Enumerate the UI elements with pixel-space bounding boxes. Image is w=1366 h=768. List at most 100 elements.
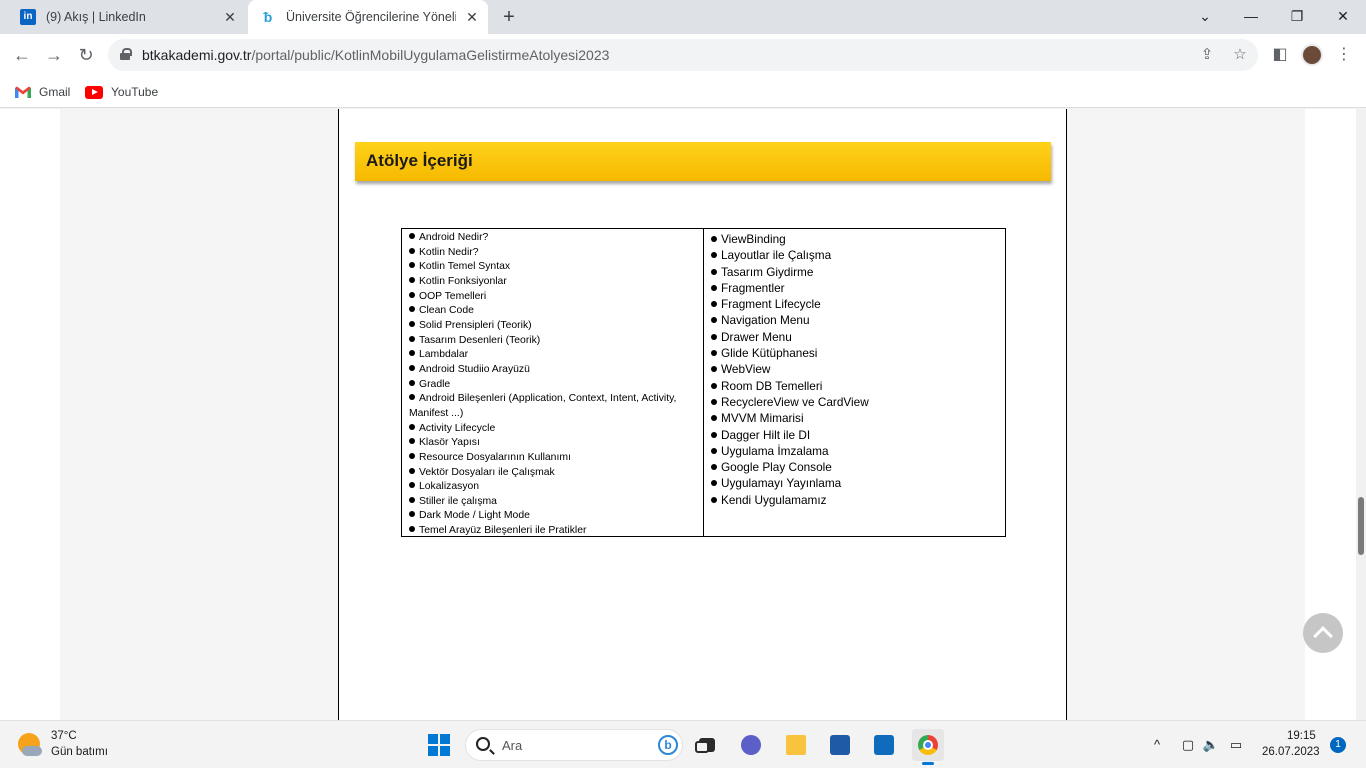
bullet-icon: [409, 291, 415, 298]
scroll-to-top-button[interactable]: [1303, 613, 1343, 653]
curriculum-item: Clean Code: [409, 304, 697, 319]
bookmark-gmail[interactable]: Gmail: [15, 82, 70, 102]
curriculum-item-label: Dagger Hilt ile DI: [721, 427, 811, 442]
bookmark-youtube[interactable]: YouTube: [85, 82, 158, 102]
close-window-button[interactable]: ✕: [1330, 4, 1356, 28]
restore-button[interactable]: ❐: [1284, 4, 1310, 28]
bullet-icon: [409, 467, 415, 474]
curriculum-item-label: Dark Mode / Light Mode: [419, 510, 530, 522]
curriculum-item: Android Studiio Arayüzü: [409, 363, 697, 378]
weather-temperature[interactable]: 37°C: [51, 730, 77, 742]
bullet-icon: [409, 320, 415, 327]
curriculum-item: Solid Prensipleri (Teorik): [409, 319, 697, 334]
mail-icon[interactable]: [868, 729, 900, 761]
forward-button[interactable]: →: [42, 43, 66, 67]
curriculum-item: OOP Temelleri: [409, 290, 697, 305]
network-icon[interactable]: ▢: [1178, 735, 1198, 755]
bullet-icon: [409, 511, 415, 518]
file-explorer-icon[interactable]: [780, 729, 812, 761]
bullet-icon: [409, 482, 415, 489]
bullet-icon: [711, 496, 717, 503]
curriculum-item: Navigation Menu: [711, 312, 999, 328]
share-icon[interactable]: ⇪: [1197, 45, 1217, 65]
curriculum-item: Room DB Temelleri: [711, 378, 999, 394]
curriculum-item-label: Resource Dosyalarının Kullanımı: [419, 451, 571, 463]
curriculum-item: ViewBinding: [711, 231, 999, 247]
tab-title: (9) Akış | LinkedIn: [46, 10, 146, 24]
minimize-button[interactable]: —: [1238, 4, 1264, 28]
curriculum-item: Fragment Lifecycle: [711, 296, 999, 312]
curriculum-item-label: Fragmentler: [721, 280, 785, 295]
bullet-icon: [409, 379, 415, 386]
page-scrollbar[interactable]: [1356, 109, 1366, 720]
tab-linkedin[interactable]: in (9) Akış | LinkedIn ✕: [8, 0, 246, 34]
search-placeholder: Ara: [502, 738, 523, 753]
curriculum-item: Gradle: [409, 378, 697, 393]
teams-chat-icon[interactable]: [735, 729, 767, 761]
volume-icon[interactable]: 🔈: [1201, 735, 1221, 755]
curriculum-item-label: Tasarım Desenleri (Teorik): [419, 334, 541, 346]
curriculum-item-label: Lambdalar: [419, 349, 469, 361]
microsoft-store-icon[interactable]: [824, 729, 856, 761]
weather-icon[interactable]: [18, 733, 42, 757]
curriculum-item-label: Activity Lifecycle: [419, 422, 496, 434]
close-tab-icon[interactable]: ✕: [464, 9, 480, 25]
curriculum-item-label: Drawer Menu: [721, 329, 792, 344]
reload-button[interactable]: ↻: [74, 43, 98, 67]
curriculum-item: Lokalizasyon: [409, 480, 697, 495]
bullet-icon: [711, 268, 717, 275]
curriculum-item-label: Kotlin Nedir?: [419, 246, 479, 258]
curriculum-item: Tasarım Giydirme: [711, 264, 999, 280]
tab-search-button[interactable]: ⌄: [1192, 4, 1218, 28]
gmail-icon: [15, 86, 31, 98]
clock-time[interactable]: 19:15: [1287, 730, 1316, 742]
curriculum-item: MVVM Mimarisi: [711, 410, 999, 426]
lock-icon[interactable]: [120, 48, 132, 60]
taskbar-search[interactable]: Ara b: [465, 729, 683, 761]
bullet-icon: [711, 284, 717, 291]
section-header: Atölye İçeriği: [355, 142, 1051, 181]
close-tab-icon[interactable]: ✕: [222, 9, 238, 25]
new-tab-button[interactable]: +: [498, 6, 520, 28]
curriculum-item-label: Kotlin Temel Syntax: [419, 261, 511, 273]
scrollbar-thumb[interactable]: [1358, 497, 1364, 555]
weather-description[interactable]: Gün batımı: [51, 746, 108, 758]
bullet-icon: [711, 382, 717, 389]
curriculum-item-label: Kendi Uygulamamız: [721, 492, 827, 507]
curriculum-item: Resource Dosyalarının Kullanımı: [409, 451, 697, 466]
tab-btk-akademi[interactable]: ᵬ Üniversite Öğrencilerine Yönelik K ✕: [248, 0, 488, 34]
profile-avatar[interactable]: [1301, 44, 1323, 66]
bullet-icon: [711, 333, 717, 340]
bookmarks-bar: Gmail YouTube: [0, 76, 1366, 108]
start-button[interactable]: [428, 734, 450, 756]
bullet-icon: [409, 233, 415, 239]
curriculum-item-label: Stiller ile çalışma: [419, 495, 497, 507]
url-text[interactable]: btkakademi.gov.tr/portal/public/KotlinMo…: [142, 47, 609, 63]
curriculum-item: Lambdalar: [409, 348, 697, 363]
clock-date[interactable]: 26.07.2023: [1262, 746, 1320, 758]
task-view-icon[interactable]: [690, 729, 722, 761]
menu-icon[interactable]: ⋮: [1336, 43, 1352, 67]
curriculum-item: Android Nedir?: [409, 231, 697, 246]
bookmark-star-icon[interactable]: ☆: [1230, 45, 1250, 65]
address-bar[interactable]: btkakademi.gov.tr/portal/public/KotlinMo…: [108, 39, 1258, 71]
curriculum-item: Dark Mode / Light Mode: [409, 509, 697, 524]
bullet-icon: [711, 398, 717, 405]
bullet-icon: [711, 350, 717, 357]
notification-badge[interactable]: 1: [1330, 737, 1346, 753]
chrome-icon[interactable]: [912, 729, 944, 765]
curriculum-item: Google Play Console: [711, 459, 999, 475]
back-button[interactable]: ←: [10, 43, 34, 67]
bullet-icon: [409, 496, 415, 503]
side-panel-icon[interactable]: ◧: [1268, 43, 1292, 67]
bullet-icon: [711, 301, 717, 308]
bullet-icon: [409, 335, 415, 342]
curriculum-item-label: OOP Temelleri: [419, 290, 487, 302]
battery-icon[interactable]: ▭: [1226, 735, 1246, 755]
show-hidden-icons-button[interactable]: ^: [1147, 735, 1167, 755]
url-path: /portal/public/KotlinMobilUygulamaGelist…: [251, 47, 610, 63]
bullet-icon: [711, 415, 717, 422]
bing-icon[interactable]: b: [658, 735, 678, 755]
bookmark-label: YouTube: [111, 85, 159, 99]
curriculum-item: Temel Arayüz Bileşenleri ile Pratikler: [409, 524, 697, 539]
